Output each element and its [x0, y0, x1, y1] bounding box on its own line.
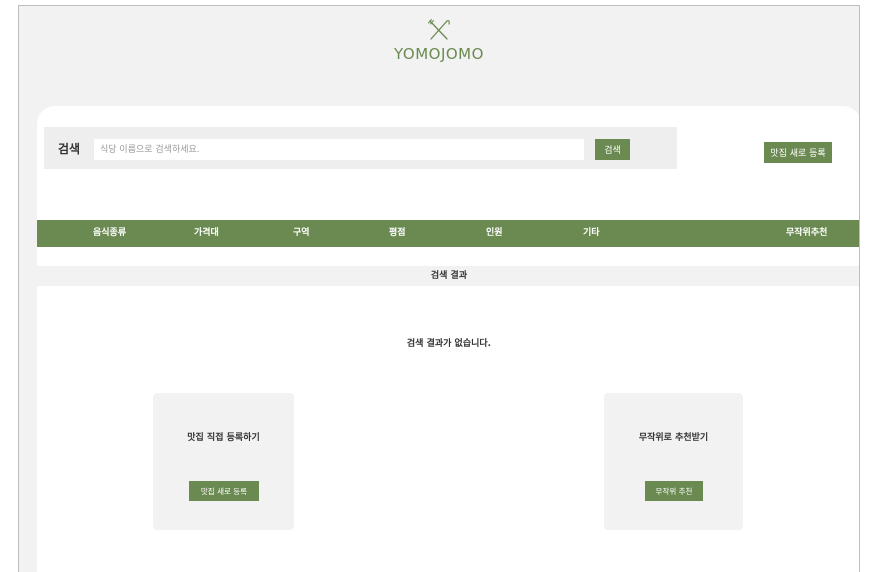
- filter-area[interactable]: 구역: [293, 220, 310, 247]
- results-panel: 검색 결과가 없습니다. 맛집 직접 등록하기 맛집 새로 등록 무작위로 추천…: [37, 286, 859, 572]
- empty-results-message: 검색 결과가 없습니다.: [406, 339, 492, 349]
- filter-bar: 음식종류 가격대 구역 평점 인원 기타 무작위추천: [37, 220, 859, 247]
- filter-etc[interactable]: 기타: [583, 220, 600, 247]
- filter-party-size[interactable]: 인원: [486, 220, 503, 247]
- app-frame: YOMOJOMO 검색 검색 맛집 새로 등록 음식종류 가격대 구역 평점 인…: [18, 5, 860, 572]
- filter-food-type[interactable]: 음식종류: [93, 220, 126, 247]
- filter-price-range[interactable]: 가격대: [194, 220, 219, 247]
- random-card: 무작위로 추천받기 무작위 추천: [604, 393, 743, 530]
- brand-name: YOMOJOMO: [394, 45, 484, 63]
- search-label: 검색: [58, 142, 81, 156]
- search-button[interactable]: 검색: [595, 139, 630, 160]
- brand-header: YOMOJOMO: [19, 18, 859, 63]
- search-input[interactable]: [94, 139, 584, 160]
- random-recommend-link[interactable]: 무작위추천: [786, 220, 827, 247]
- register-restaurant-button[interactable]: 맛집 새로 등록: [764, 142, 832, 163]
- random-card-title: 무작위로 추천받기: [638, 433, 709, 443]
- search-panel: 검색 검색 맛집 새로 등록 음식종류 가격대 구역 평점 인원 기타 무작위추…: [37, 106, 859, 266]
- search-box: 검색 검색: [44, 127, 677, 169]
- fork-and-knife-icon: [428, 19, 450, 40]
- results-title: 검색 결과: [430, 271, 468, 281]
- register-card-button[interactable]: 맛집 새로 등록: [189, 481, 259, 501]
- register-card: 맛집 직접 등록하기 맛집 새로 등록: [153, 393, 294, 530]
- random-card-button[interactable]: 무작위 추천: [645, 481, 703, 501]
- filter-rating[interactable]: 평점: [389, 220, 406, 247]
- register-card-title: 맛집 직접 등록하기: [187, 433, 260, 443]
